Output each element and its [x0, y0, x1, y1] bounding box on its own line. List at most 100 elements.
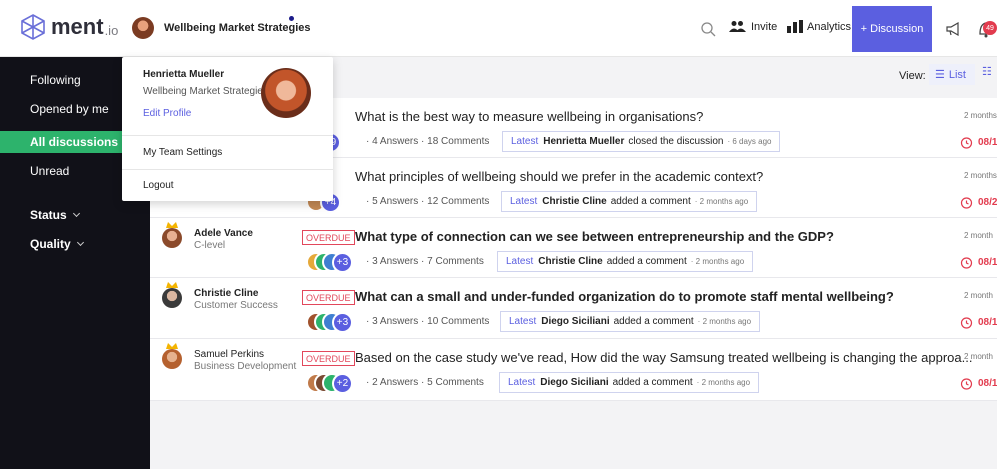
- participants-stack: +2: [306, 373, 362, 394]
- invite-label: Invite: [751, 20, 778, 33]
- discussion-row[interactable]: Adele Vance C-level OVERDUE What type of…: [150, 218, 997, 278]
- author-role: Customer Success: [194, 300, 278, 311]
- alarm-clock-icon: [960, 137, 973, 149]
- alarm-clock-icon: [960, 257, 973, 269]
- latest-activity[interactable]: Latest Christie Cline added a comment · …: [497, 251, 754, 272]
- latest-activity[interactable]: Latest Diego Siciliani added a comment ·…: [500, 311, 761, 332]
- due-date: 08/1: [960, 377, 997, 390]
- created-ago: 2 month: [964, 352, 993, 361]
- due-date-text: 08/1: [978, 257, 997, 268]
- participants-more-badge[interactable]: +3: [332, 312, 353, 333]
- discussion-author[interactable]: Christie Cline Customer Success: [162, 282, 278, 311]
- comments-count: 10 Comments: [427, 316, 490, 327]
- latest-time: · 6 days ago: [727, 137, 772, 146]
- answers-comments: · 4 Answers · 18 Comments: [366, 136, 490, 147]
- comments-count: 5 Comments: [427, 377, 484, 388]
- edit-profile-link[interactable]: Edit Profile: [143, 108, 191, 119]
- sidebar-filter-status[interactable]: Status: [30, 208, 80, 222]
- view-grid-toggle[interactable]: ☷: [982, 65, 997, 83]
- org-avatar: [132, 17, 154, 39]
- notification-badge: 49: [983, 21, 997, 35]
- logout-item[interactable]: Logout: [143, 180, 174, 191]
- crown-icon: [166, 343, 178, 349]
- avatar: [162, 343, 182, 369]
- answers-count: 3 Answers: [372, 316, 419, 327]
- avatar: [162, 282, 182, 308]
- grid-icon: ☷: [982, 66, 992, 78]
- latest-label: Latest: [506, 256, 534, 267]
- invite-button[interactable]: Invite: [729, 20, 777, 33]
- logo[interactable]: ment .io: [20, 14, 118, 40]
- due-date: 08/1: [960, 256, 997, 269]
- bar-chart-icon: [787, 20, 803, 33]
- discussion-title[interactable]: What type of connection can we see betwe…: [355, 229, 834, 244]
- comments-count: 18 Comments: [427, 136, 490, 147]
- participants-more-badge[interactable]: +3: [332, 252, 353, 273]
- comments-count: 7 Comments: [427, 256, 484, 267]
- view-list-toggle[interactable]: ☰ List: [929, 64, 975, 85]
- comments-count: 12 Comments: [427, 196, 490, 207]
- megaphone-icon[interactable]: [946, 22, 962, 36]
- participants-more-badge[interactable]: +2: [332, 373, 353, 394]
- discussion-author[interactable]: Samuel Perkins Business Development: [162, 343, 297, 372]
- latest-activity[interactable]: Latest Henrietta Mueller closed the disc…: [502, 131, 781, 152]
- overdue-badge: OVERDUE: [302, 351, 355, 366]
- avatar: [162, 222, 182, 248]
- team-settings-item[interactable]: My Team Settings: [143, 147, 222, 158]
- list-label: List: [948, 68, 966, 81]
- list-icon: ☰: [935, 69, 945, 81]
- status-filter-label: Status: [30, 208, 67, 222]
- search-icon[interactable]: [700, 21, 716, 37]
- latest-label: Latest: [509, 316, 537, 327]
- latest-time: · 2 months ago: [696, 378, 751, 387]
- quality-filter-label: Quality: [30, 237, 71, 251]
- answers-count: 2 Answers: [372, 377, 419, 388]
- users-icon: [729, 21, 746, 32]
- discussion-title[interactable]: Based on the case study we've read, How …: [355, 350, 972, 365]
- discussion-title[interactable]: What principles of wellbeing should we p…: [355, 169, 763, 184]
- discussion-row[interactable]: Christie Cline Customer Success OVERDUE …: [150, 278, 997, 339]
- profile-name: Henrietta Mueller: [143, 69, 225, 80]
- new-discussion-button[interactable]: + Discussion: [852, 6, 932, 52]
- participants-stack: +3: [306, 252, 362, 273]
- latest-activity[interactable]: Latest Christie Cline added a comment · …: [501, 191, 758, 212]
- latest-user: Diego Siciliani: [540, 377, 609, 388]
- analytics-button[interactable]: Analytics: [787, 20, 851, 33]
- created-ago: 2 months: [964, 171, 997, 180]
- author-role: C-level: [194, 240, 226, 251]
- latest-activity[interactable]: Latest Diego Siciliani added a comment ·…: [499, 372, 760, 393]
- org-switcher[interactable]: Wellbeing Market Strategies: [132, 16, 311, 39]
- created-ago: 2 months: [964, 111, 997, 120]
- author-role: Business Development: [194, 361, 297, 372]
- logo-text: ment: [51, 14, 104, 39]
- divider: [122, 169, 333, 170]
- due-date: 08/1: [960, 136, 997, 149]
- chevron-down-icon: [72, 209, 80, 218]
- discussion-title[interactable]: What can a small and under-funded organi…: [355, 289, 894, 304]
- discussion-author[interactable]: Adele Vance C-level: [162, 222, 253, 251]
- latest-label: Latest: [510, 196, 538, 207]
- alarm-clock-icon: [960, 378, 973, 390]
- overdue-badge: OVERDUE: [302, 230, 355, 245]
- due-date-text: 08/1: [978, 317, 997, 328]
- created-ago: 2 month: [964, 291, 993, 300]
- latest-action: added a comment: [612, 377, 693, 388]
- divider: [122, 135, 333, 136]
- top-header: ment .io Wellbeing Market Strategies Invi…: [0, 0, 997, 57]
- latest-time: · 2 months ago: [694, 197, 749, 206]
- alarm-clock-icon: [960, 197, 973, 209]
- latest-action: added a comment: [610, 196, 691, 207]
- discussion-title[interactable]: What is the best way to measure wellbein…: [355, 109, 703, 124]
- crown-icon: [166, 222, 178, 228]
- latest-action: closed the discussion: [628, 136, 724, 147]
- participants-stack: +3: [306, 312, 362, 333]
- due-date-text: 08/2: [978, 197, 997, 208]
- answers-count: 4 Answers: [372, 136, 419, 147]
- latest-user: Christie Cline: [542, 196, 607, 207]
- chevron-down-icon: [76, 238, 84, 247]
- latest-time: · 2 months ago: [690, 257, 745, 266]
- due-date-text: 08/1: [978, 137, 997, 148]
- discussion-row[interactable]: Samuel Perkins Business Development OVER…: [150, 339, 997, 401]
- logo-mark-icon: [21, 14, 45, 40]
- sidebar-filter-quality[interactable]: Quality: [30, 237, 84, 251]
